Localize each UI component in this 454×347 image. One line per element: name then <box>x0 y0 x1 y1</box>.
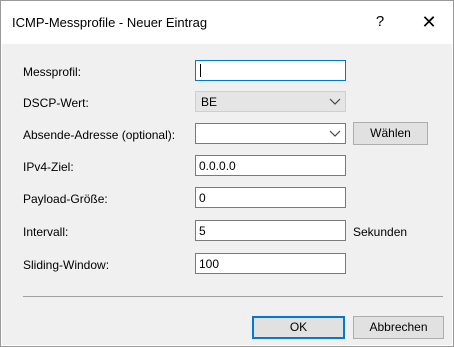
absende-combobox[interactable] <box>195 123 346 144</box>
cancel-button-label: Abbrechen <box>369 320 428 334</box>
intervall-label: Intervall: <box>23 225 69 239</box>
dscp-select[interactable]: BE <box>195 91 346 112</box>
sliding-input[interactable] <box>195 253 346 274</box>
intervall-unit: Sekunden <box>353 225 408 239</box>
ipv4-input[interactable] <box>195 155 346 176</box>
dscp-value: BE <box>201 95 218 109</box>
ok-button-label: OK <box>289 320 308 334</box>
dialog-window: ICMP-Messprofile - Neuer Eintrag ? ✕ Mes… <box>0 0 454 347</box>
ipv4-label: IPv4-Ziel: <box>23 160 74 174</box>
waehlen-button-label: Wählen <box>370 126 411 140</box>
chevron-down-icon[interactable] <box>329 126 341 140</box>
dialog-body: Messprofil: DSCP-Wert: BE Absende-Adress… <box>2 44 452 345</box>
intervall-input[interactable] <box>195 220 346 241</box>
close-icon[interactable]: ✕ <box>407 7 451 37</box>
payload-label: Payload-Größe: <box>23 192 108 206</box>
text-caret <box>200 64 201 77</box>
cancel-button[interactable]: Abbrechen <box>353 316 444 339</box>
help-icon[interactable]: ? <box>358 7 402 37</box>
title-bar: ICMP-Messprofile - Neuer Eintrag ? ✕ <box>1 1 453 43</box>
payload-input[interactable] <box>195 187 346 208</box>
chevron-down-icon <box>329 98 341 105</box>
separator <box>23 296 443 297</box>
waehlen-button[interactable]: Wählen <box>353 122 428 145</box>
absende-label: Absende-Adresse (optional): <box>23 128 176 142</box>
messprofil-label: Messprofil: <box>23 65 82 79</box>
messprofil-input[interactable] <box>195 60 346 81</box>
ok-button[interactable]: OK <box>252 316 345 339</box>
sliding-label: Sliding-Window: <box>23 258 110 272</box>
dscp-label: DSCP-Wert: <box>23 96 89 110</box>
window-title: ICMP-Messprofile - Neuer Eintrag <box>12 15 208 30</box>
